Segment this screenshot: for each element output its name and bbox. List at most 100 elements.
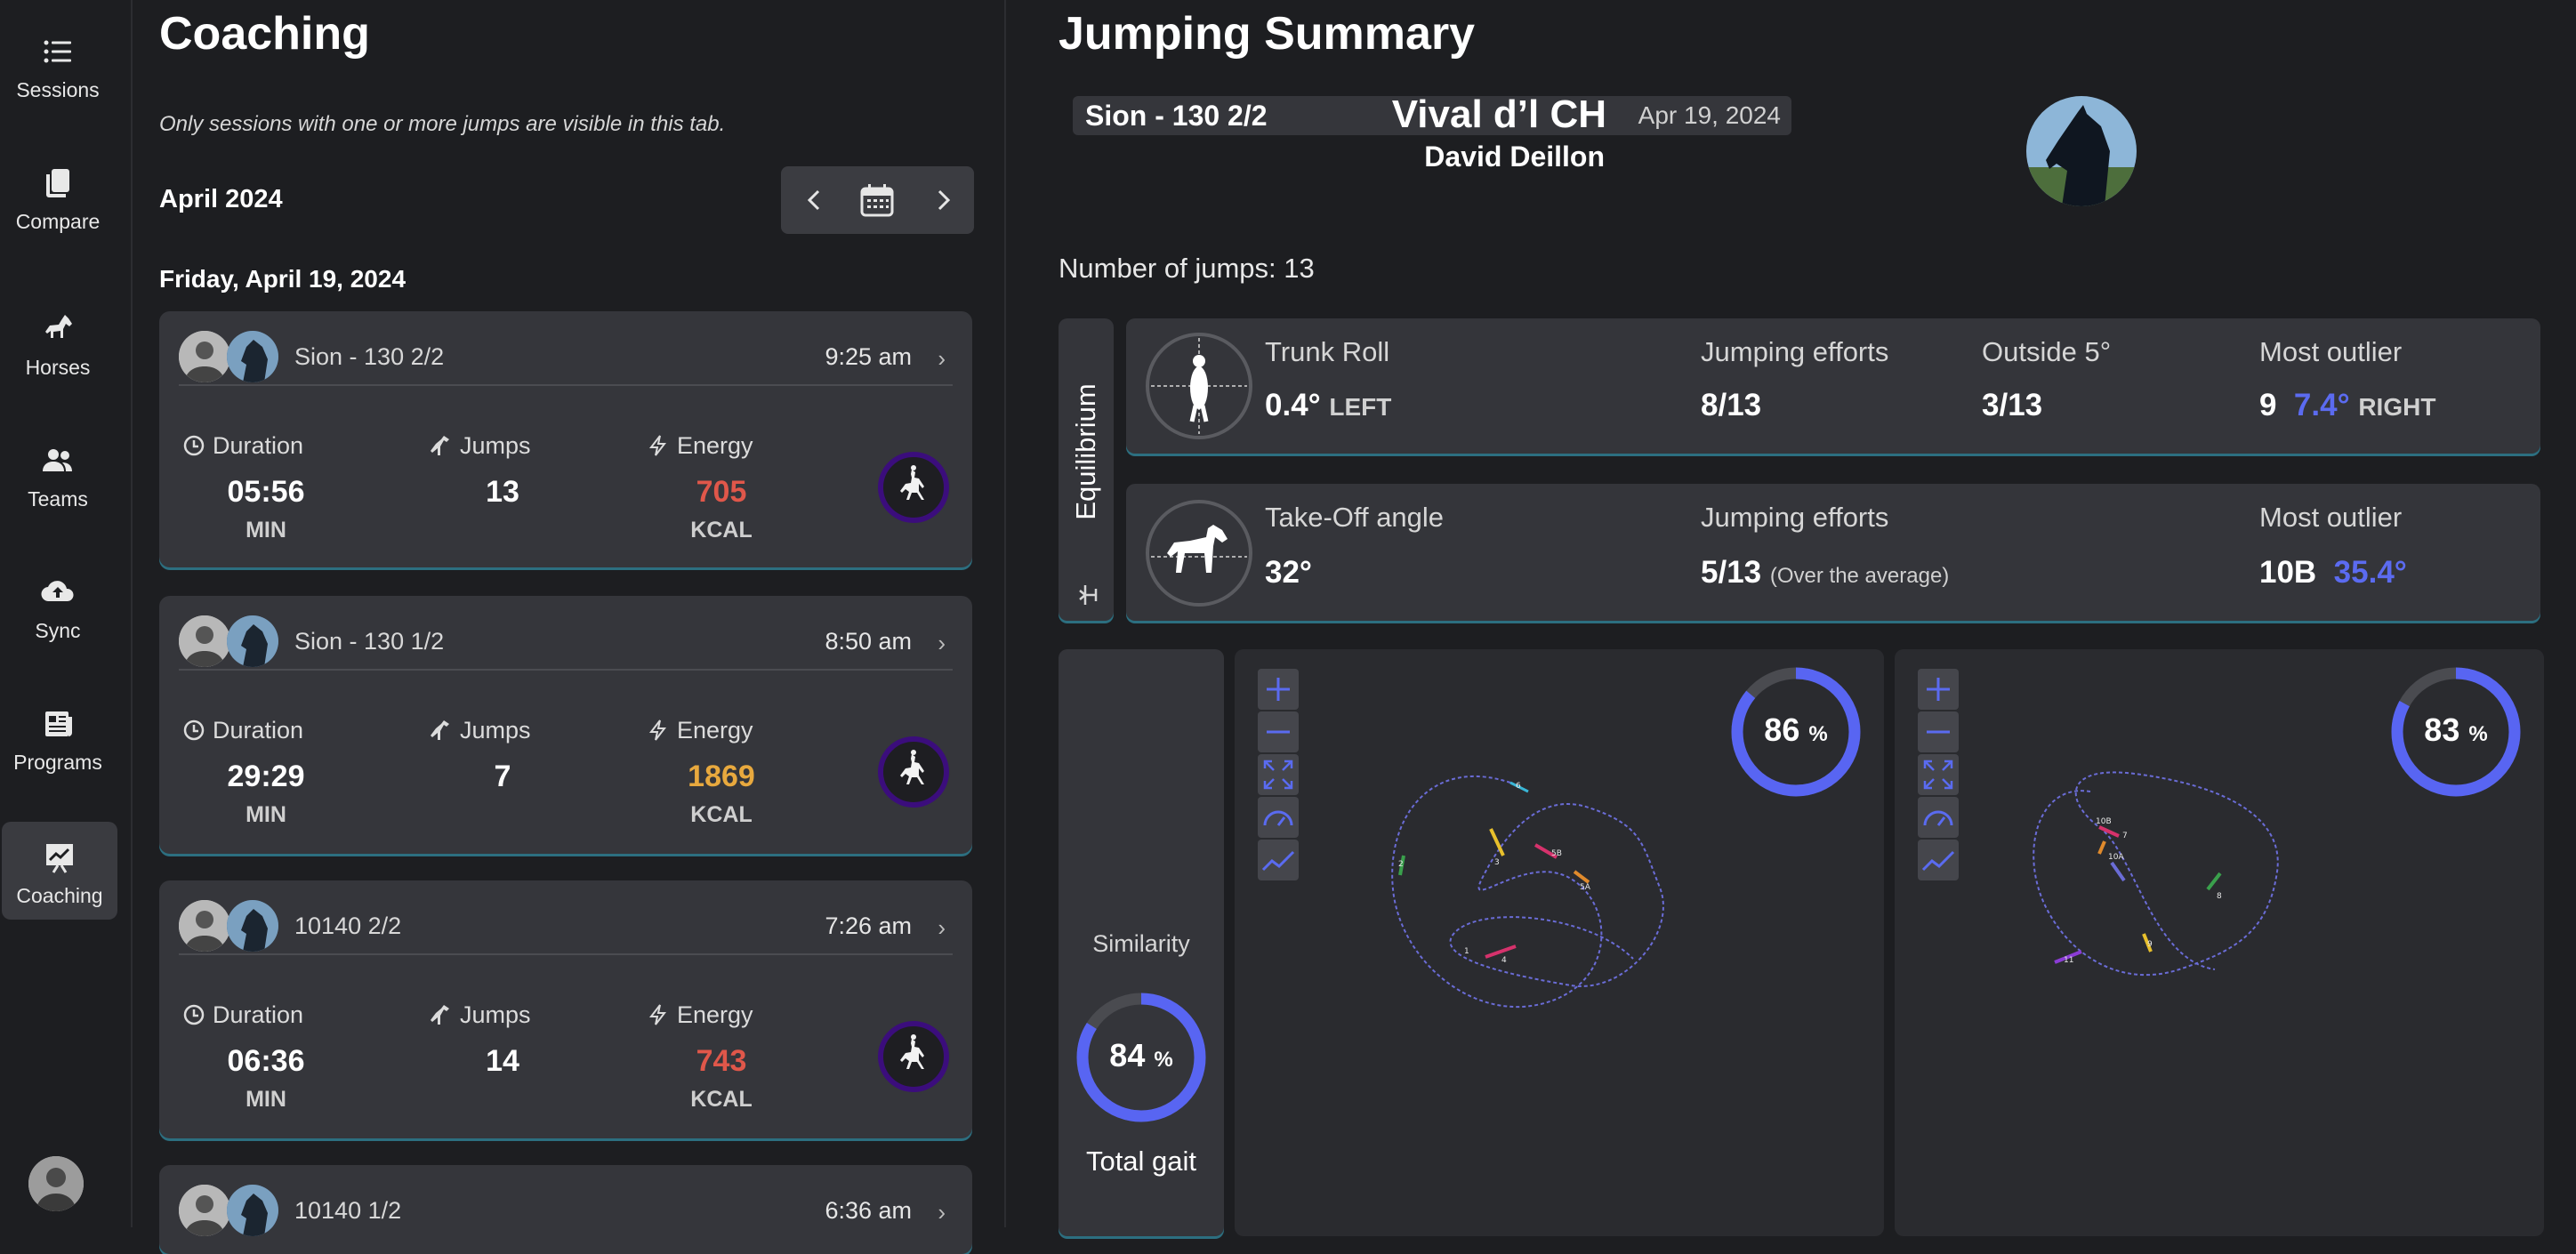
month-label: April 2024 bbox=[159, 185, 283, 213]
coaching-note: Only sessions with one or more jumps are… bbox=[159, 112, 726, 136]
course-path: 6 3 5B 5A 1 4 2 bbox=[1391, 775, 1664, 1009]
prev-month-button[interactable] bbox=[799, 184, 831, 216]
newspaper-icon bbox=[45, 711, 72, 736]
bolt-icon bbox=[648, 1004, 667, 1025]
zoom-out-button[interactable] bbox=[1258, 711, 1299, 752]
nav-coaching[interactable]: Coaching bbox=[2, 822, 117, 920]
horse-name: Vival d’l CH bbox=[1391, 92, 1606, 136]
duration-value: 06:36 bbox=[227, 1044, 305, 1078]
energy-value: 743 bbox=[696, 1044, 747, 1078]
speed-button[interactable] bbox=[1918, 797, 1959, 838]
svg-text:6: 6 bbox=[1516, 782, 1521, 791]
trunk-efforts-value: 8/13 bbox=[1701, 388, 1762, 422]
session-name: 10140 2/2 bbox=[294, 912, 402, 939]
session-pill-date: Apr 19, 2024 bbox=[1638, 101, 1781, 129]
course-map-2[interactable]: 10B 7 10A 9 11 8 83 % bbox=[1895, 649, 2544, 1236]
nav-label: Teams bbox=[28, 487, 88, 510]
balance-icon bbox=[1079, 585, 1098, 605]
month-navigator bbox=[781, 166, 974, 234]
nav-label: Compare bbox=[15, 210, 101, 233]
zoom-out-button[interactable] bbox=[1918, 711, 1959, 752]
chevron-left-icon bbox=[807, 189, 820, 211]
svg-text:11: 11 bbox=[2064, 956, 2073, 965]
session-card[interactable]: Sion - 130 2/2 9:25 am › Duration Jumps … bbox=[159, 311, 972, 567]
dressage-icon bbox=[878, 452, 949, 523]
session-pill-name: Sion - 130 2/2 bbox=[1085, 100, 1268, 132]
takeoff-label: Take-Off angle bbox=[1265, 502, 1445, 533]
bolt-icon bbox=[648, 435, 667, 456]
chevron-right-icon: › bbox=[938, 1199, 946, 1226]
trunk-roll-value: 0.4° LEFT bbox=[1265, 388, 1392, 422]
minus-icon bbox=[1267, 730, 1290, 734]
nav-compare[interactable]: Compare bbox=[0, 141, 116, 238]
energy-label: Energy bbox=[677, 1001, 753, 1028]
trunk-outlier-label: Most outlier bbox=[2259, 336, 2403, 367]
rider-roll-icon bbox=[1146, 333, 1252, 439]
coaching-panel: Coaching Only sessions with one or more … bbox=[131, 0, 1006, 1254]
session-name: 10140 1/2 bbox=[294, 1197, 402, 1224]
clock-icon bbox=[183, 1004, 205, 1025]
nav-teams[interactable]: Teams bbox=[0, 418, 116, 516]
speedometer-icon bbox=[1923, 810, 1953, 826]
user-avatar[interactable] bbox=[28, 1156, 84, 1211]
duration-unit: MIN bbox=[246, 1087, 286, 1112]
fit-button[interactable] bbox=[1258, 754, 1299, 795]
chevron-right-icon: › bbox=[938, 345, 946, 372]
svg-text:1: 1 bbox=[1464, 947, 1469, 956]
calendar-icon bbox=[860, 184, 894, 217]
zoom-in-button[interactable] bbox=[1918, 669, 1959, 710]
jump-icon bbox=[431, 436, 449, 455]
calendar-button[interactable] bbox=[859, 182, 895, 218]
duration-value: 05:56 bbox=[227, 475, 305, 509]
outside-label: Outside 5° bbox=[1982, 336, 2112, 367]
duration-label: Duration bbox=[213, 1001, 304, 1028]
graph-button[interactable] bbox=[1918, 840, 1959, 880]
horse-icon bbox=[45, 315, 72, 338]
graph-button[interactable] bbox=[1258, 840, 1299, 880]
svg-text:2: 2 bbox=[1398, 860, 1404, 869]
similarity-ring-value: 84 % bbox=[1109, 1037, 1173, 1073]
chevron-right-icon bbox=[938, 189, 951, 211]
equilibrium-label: Equilibrium bbox=[1070, 383, 1101, 520]
horse-takeoff-icon bbox=[1146, 500, 1252, 607]
duration-unit: MIN bbox=[246, 518, 286, 543]
trunk-roll-label: Trunk Roll bbox=[1265, 336, 1390, 367]
session-card[interactable]: Sion - 130 1/2 8:50 am › Duration Jumps … bbox=[159, 596, 972, 854]
course-map-1[interactable]: 6 3 5B 5A 1 4 2 86 % bbox=[1235, 649, 1884, 1236]
trend-icon bbox=[1921, 850, 1955, 872]
nav-sessions[interactable]: Sessions bbox=[0, 9, 116, 107]
svg-text:7: 7 bbox=[2122, 832, 2128, 840]
svg-text:8: 8 bbox=[2217, 892, 2222, 901]
duration-label: Duration bbox=[213, 717, 304, 744]
day-header: Friday, April 19, 2024 bbox=[159, 265, 407, 293]
jumps-value: 7 bbox=[494, 760, 511, 793]
speedometer-icon bbox=[1263, 810, 1293, 826]
session-card-header: Sion - 130 1/2 8:50 am › bbox=[179, 615, 953, 671]
svg-text:10A: 10A bbox=[2108, 853, 2124, 862]
chevron-right-icon: › bbox=[938, 914, 946, 941]
nav-sync[interactable]: Sync bbox=[0, 550, 116, 647]
speed-button[interactable] bbox=[1258, 797, 1299, 838]
session-card[interactable]: 10140 2/2 7:26 am › Duration Jumps Energ… bbox=[159, 880, 972, 1138]
jumps-label: Jumps bbox=[460, 432, 531, 459]
nav-label: Sessions bbox=[16, 78, 100, 101]
equilibrium-tab[interactable]: Equilibrium bbox=[1059, 318, 1114, 621]
takeoff-outlier-label: Most outlier bbox=[2259, 502, 2403, 533]
jumping-summary-panel: Jumping Summary Sion - 130 2/2 Apr 19, 2… bbox=[1005, 0, 2576, 1236]
svg-text:5A: 5A bbox=[1580, 883, 1591, 892]
session-time: 7:26 am bbox=[825, 912, 912, 939]
zoom-in-button[interactable] bbox=[1258, 669, 1299, 710]
rider-name: David Deillon bbox=[1424, 141, 1605, 173]
energy-label: Energy bbox=[677, 717, 753, 744]
nav-programs[interactable]: Programs bbox=[0, 681, 116, 779]
takeoff-outlier-value: 10B 35.4° bbox=[2259, 555, 2407, 590]
fit-button[interactable] bbox=[1918, 754, 1959, 795]
nav-horses[interactable]: Horses bbox=[0, 286, 116, 384]
next-month-button[interactable] bbox=[927, 184, 959, 216]
map-2-similarity-value: 83 % bbox=[2424, 711, 2488, 748]
plus-icon bbox=[1267, 678, 1290, 701]
session-time: 6:36 am bbox=[825, 1197, 912, 1224]
session-card[interactable]: 10140 1/2 6:36 am › bbox=[159, 1165, 972, 1254]
svg-text:9: 9 bbox=[2147, 940, 2153, 949]
rider-avatar bbox=[179, 900, 230, 952]
